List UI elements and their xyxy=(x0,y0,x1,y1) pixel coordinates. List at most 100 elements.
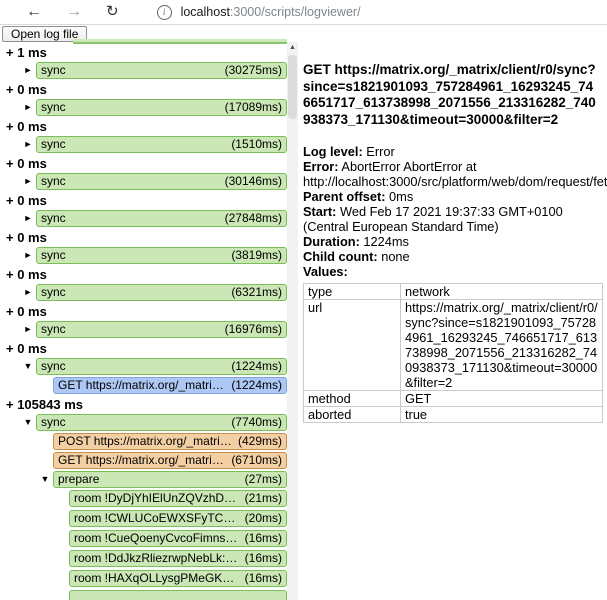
expand-arrow-icon[interactable]: ► xyxy=(20,321,36,338)
gap-label: + 1 ms xyxy=(0,44,287,62)
detail-title: GET https://matrix.org/_matrix/client/r0… xyxy=(303,62,600,128)
tree-scrollbar[interactable]: ▲ xyxy=(287,42,298,600)
back-icon[interactable]: ← xyxy=(26,4,42,20)
span-label: sync xyxy=(41,415,66,430)
address-bar[interactable]: i localhost:3000/scripts/logviewer/ xyxy=(157,5,607,20)
forward-icon[interactable]: → xyxy=(66,4,82,20)
span-duration: (1224ms) xyxy=(231,378,282,393)
value-content: network xyxy=(401,284,603,300)
log-span-row: ►sync(1510ms) xyxy=(0,136,287,153)
log-span-row: ►sync(16976ms) xyxy=(0,321,287,338)
expand-arrow-icon[interactable]: ► xyxy=(20,210,36,227)
detail-field: Parent offset: 0ms xyxy=(303,189,600,204)
log-span-bar[interactable]: sync(17089ms) xyxy=(36,99,287,116)
log-span-row: ►sync(17089ms) xyxy=(0,99,287,116)
log-span-row: GET https://matrix.org/_matri…(1224ms) xyxy=(0,377,287,394)
span-duration: (21ms) xyxy=(245,491,282,506)
gap-label: + 0 ms xyxy=(0,118,287,136)
expand-arrow-icon[interactable]: ► xyxy=(20,247,36,264)
gap-label: + 0 ms xyxy=(0,340,287,358)
span-duration: (30146ms) xyxy=(225,174,282,189)
value-key: aborted xyxy=(304,407,401,423)
detail-field: Duration: 1224ms xyxy=(303,234,600,249)
url-text: localhost:3000/scripts/logviewer/ xyxy=(181,5,361,19)
log-span-row: ▼sync(1224ms) xyxy=(0,358,287,375)
span-label: POST https://matrix.org/_matri… xyxy=(58,434,232,449)
span-label: sync xyxy=(41,322,66,337)
value-content: https://matrix.org/_matrix/client/r0/syn… xyxy=(401,300,603,391)
log-span-row: ►sync(30275ms) xyxy=(0,62,287,79)
log-span-row: ►sync(27848ms) xyxy=(0,210,287,227)
collapse-arrow-icon[interactable]: ▼ xyxy=(20,358,36,375)
log-span-bar[interactable]: room !DdJkzRliezrwpNebLk:…(16ms) xyxy=(69,550,287,567)
log-tree-panel: + 1 ms►sync(30275ms)+ 0 ms►sync(17089ms)… xyxy=(0,42,287,600)
gap-label: + 0 ms xyxy=(0,155,287,173)
gap-label: + 0 ms xyxy=(0,81,287,99)
log-span-row: room !CueQoenyCvcoFimnsf…(16ms) xyxy=(0,530,287,547)
span-label: room !DyDjYhIElUnZQVzhD… xyxy=(74,491,236,506)
field-label: Child count: xyxy=(303,249,378,264)
url-host: localhost xyxy=(181,5,230,19)
gap-label: + 0 ms xyxy=(0,266,287,284)
span-duration: (20ms) xyxy=(245,511,282,526)
value-key: type xyxy=(304,284,401,300)
value-content: true xyxy=(401,407,603,423)
field-value: AbortError AbortError at http://localhos… xyxy=(303,159,607,189)
values-table: typenetworkurlhttps://matrix.org/_matrix… xyxy=(303,283,603,423)
log-span-bar[interactable]: sync(1510ms) xyxy=(36,136,287,153)
value-key: url xyxy=(304,300,401,391)
log-span-bar[interactable]: sync(30275ms) xyxy=(36,62,287,79)
log-span-row: GET https://matrix.org/_matri…(6710ms) xyxy=(0,452,287,469)
expand-arrow-icon[interactable]: ► xyxy=(20,284,36,301)
log-span-bar[interactable]: sync(27848ms) xyxy=(36,210,287,227)
field-label: Duration: xyxy=(303,234,360,249)
values-table-row: methodGET xyxy=(304,391,603,407)
span-label: room !CWLUCoEWXSFyTC… xyxy=(74,511,235,526)
span-label: GET https://matrix.org/_matri… xyxy=(58,453,224,468)
expand-arrow-icon[interactable]: ► xyxy=(20,136,36,153)
span-label: prepare xyxy=(58,472,99,487)
log-span-bar[interactable]: room !DyDjYhIElUnZQVzhD… (21ms) xyxy=(69,490,287,507)
field-label: Log level: xyxy=(303,144,363,159)
span-duration: (429ms) xyxy=(238,434,282,449)
field-label: Parent offset: xyxy=(303,189,385,204)
collapse-arrow-icon[interactable]: ▼ xyxy=(20,414,36,431)
log-span-bar[interactable]: sync(6321ms) xyxy=(36,284,287,301)
log-span-bar[interactable]: sync (7740ms) xyxy=(36,414,287,431)
gap-label: + 0 ms xyxy=(0,229,287,247)
field-label: Start: xyxy=(303,204,336,219)
scroll-up-icon[interactable]: ▲ xyxy=(287,42,298,54)
expand-arrow-icon[interactable]: ► xyxy=(20,62,36,79)
values-table-row: abortedtrue xyxy=(304,407,603,423)
gap-label: + 105843 ms xyxy=(0,396,287,414)
log-span-bar-selected[interactable]: GET https://matrix.org/_matri…(1224ms) xyxy=(53,377,287,394)
expand-arrow-icon[interactable]: ► xyxy=(20,99,36,116)
log-span-bar[interactable]: prepare(27ms) xyxy=(53,471,287,488)
expand-arrow-icon[interactable]: ► xyxy=(20,173,36,190)
log-span-bar[interactable]: room !CWLUCoEWXSFyTC… (20ms) xyxy=(69,510,287,527)
url-path: :3000/scripts/logviewer/ xyxy=(230,5,361,19)
span-duration: (1510ms) xyxy=(231,137,282,152)
log-span-bar[interactable]: POST https://matrix.org/_matri… (429ms) xyxy=(53,433,287,450)
detail-field: Log level: Error xyxy=(303,144,600,159)
reload-icon[interactable]: ↻ xyxy=(106,4,119,20)
log-span-row: ►sync(3819ms) xyxy=(0,247,287,264)
scrollbar-thumb[interactable] xyxy=(288,55,297,119)
span-duration: (7740ms) xyxy=(231,415,282,430)
log-span-bar[interactable]: sync(3819ms) xyxy=(36,247,287,264)
span-duration: (16ms) xyxy=(245,571,282,586)
span-label: sync xyxy=(41,174,66,189)
browser-toolbar: ← → ↻ i localhost:3000/scripts/logviewer… xyxy=(0,0,607,25)
log-span-bar[interactable]: room !CueQoenyCvcoFimnsf…(16ms) xyxy=(69,530,287,547)
detail-field: Error: AbortError AbortError at http://l… xyxy=(303,159,600,189)
site-info-icon[interactable]: i xyxy=(157,5,172,20)
clipped-log-bar-bottom[interactable] xyxy=(69,590,287,600)
log-span-bar[interactable]: room !HAXqOLLysgPMeGKh…(16ms) xyxy=(69,570,287,587)
log-span-bar[interactable]: sync(1224ms) xyxy=(36,358,287,375)
collapse-arrow-icon[interactable]: ▼ xyxy=(37,471,53,488)
log-span-row: ► sync (30146ms) xyxy=(0,173,287,190)
gap-label: + 0 ms xyxy=(0,192,287,210)
log-span-bar[interactable]: sync (30146ms) xyxy=(36,173,287,190)
log-span-bar[interactable]: sync(16976ms) xyxy=(36,321,287,338)
log-span-bar[interactable]: GET https://matrix.org/_matri…(6710ms) xyxy=(53,452,287,469)
